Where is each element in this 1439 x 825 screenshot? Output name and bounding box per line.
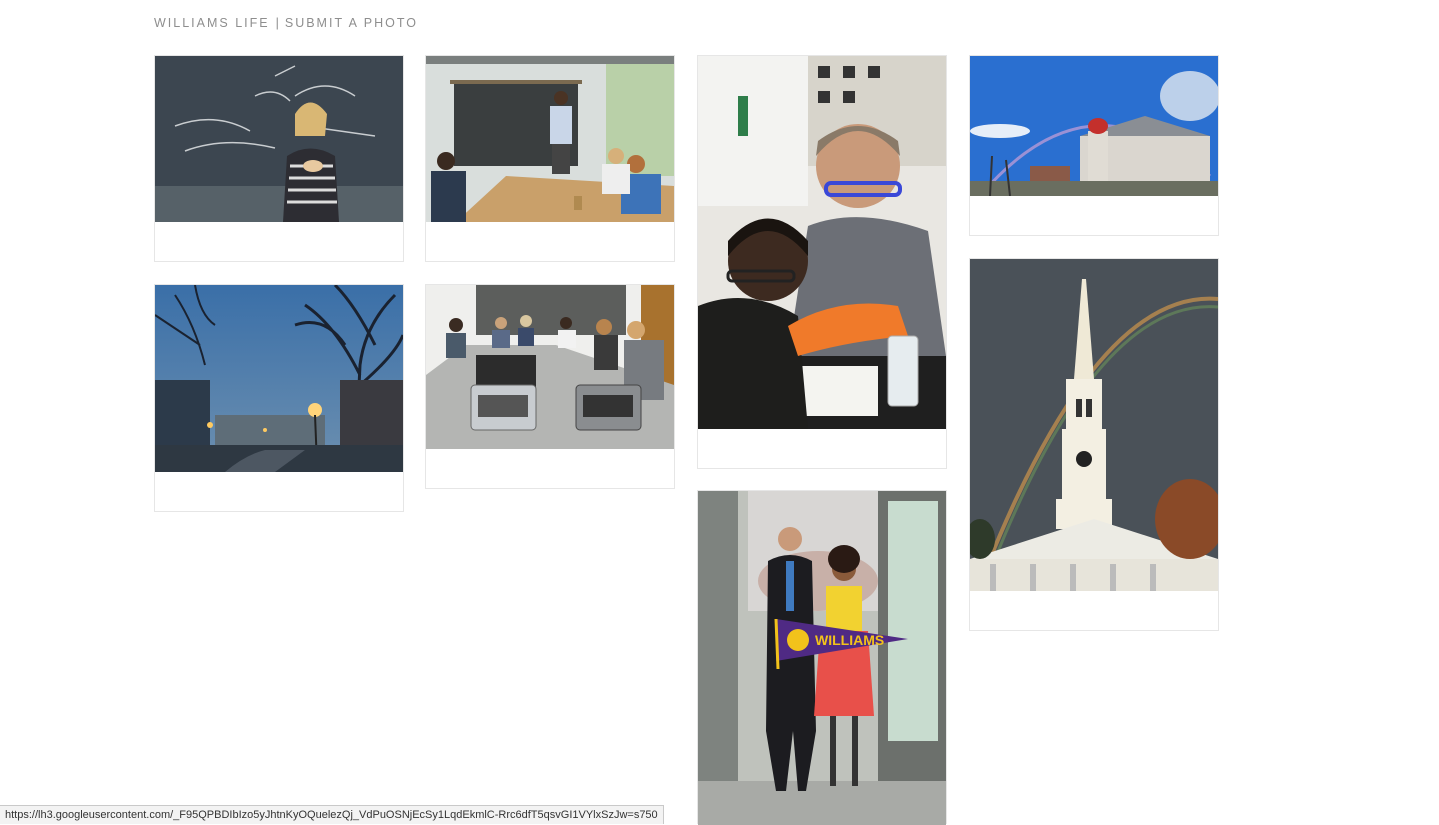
photo-icon <box>698 56 946 429</box>
photo-card[interactable] <box>969 55 1219 236</box>
top-nav: WILLIAMS LIFE | SUBMIT A PHOTO <box>154 16 418 30</box>
photo-icon <box>155 56 403 222</box>
photo-icon <box>970 259 1218 591</box>
photo-card[interactable] <box>425 284 675 489</box>
pennant-text: WILLIAMS <box>815 632 884 648</box>
photo-icon <box>426 285 674 449</box>
link-preview-statusbar: https://lh3.googleusercontent.com/_F95QP… <box>0 805 664 824</box>
photo-card[interactable] <box>969 258 1219 631</box>
photo-card[interactable] <box>425 55 675 262</box>
nav-separator: | <box>275 16 279 30</box>
submit-photo-link[interactable]: SUBMIT A PHOTO <box>285 16 418 30</box>
photo-icon <box>426 56 674 222</box>
photo-card[interactable]: WILLIAMS <box>697 490 947 825</box>
site-title-link[interactable]: WILLIAMS LIFE <box>154 16 270 30</box>
photo-icon: WILLIAMS <box>698 491 946 825</box>
photo-card[interactable] <box>697 55 947 469</box>
photo-icon <box>155 285 403 472</box>
photo-card[interactable] <box>154 55 404 262</box>
photo-card[interactable] <box>154 284 404 512</box>
photo-icon <box>970 56 1218 196</box>
